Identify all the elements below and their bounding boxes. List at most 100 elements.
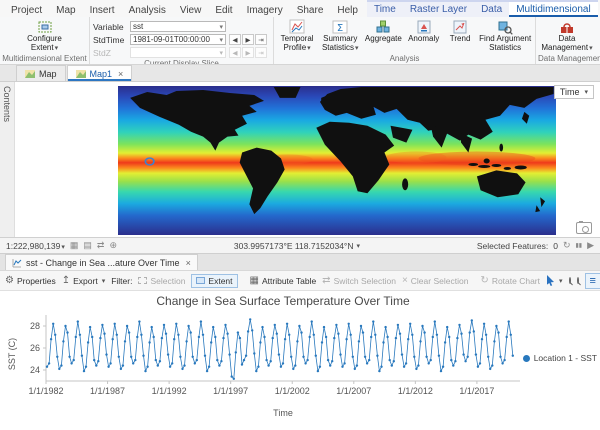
step-back-button: ◀ — [229, 47, 241, 58]
tab-share[interactable]: Share — [290, 3, 331, 17]
chart-legend-toggle[interactable]: ≡ — [585, 273, 600, 289]
filter-label: Filter: — [111, 276, 132, 286]
tab-raster-layer[interactable]: Raster Layer — [403, 2, 474, 17]
stdtime-combo[interactable]: 1981-09-01T00:00:00▾ — [130, 34, 226, 45]
refresh-icon[interactable]: ↻ — [563, 240, 571, 251]
coordinates-readout[interactable]: 303.9957173°E 118.7152034°N▾ — [234, 241, 360, 251]
step-forward-button: ▶ — [242, 47, 254, 58]
tab-project[interactable]: Project — [4, 3, 49, 17]
view-tab-map1[interactable]: Map1 × — [67, 65, 133, 81]
gear-icon: ⚙ — [5, 276, 14, 286]
variable-label: Variable — [93, 22, 127, 32]
configure-extent-icon — [37, 19, 53, 35]
attribute-table-button[interactable]: ▦Attribute Table — [250, 276, 317, 286]
tab-data[interactable]: Data — [474, 2, 509, 17]
legend-label: Location 1 - SST — [534, 353, 597, 363]
tab-help[interactable]: Help — [330, 3, 365, 17]
chevron-down-icon: ▾ — [219, 36, 223, 44]
chevron-down-icon: ▾ — [559, 277, 563, 285]
close-icon[interactable]: × — [118, 69, 123, 79]
variable-combo[interactable]: sst▾ — [130, 21, 226, 32]
table-icon: ▦ — [250, 276, 259, 286]
clear-selection-button[interactable]: ×Clear Selection — [402, 276, 468, 286]
export-icon: ↥ — [62, 276, 70, 286]
svg-text:1/1/2017: 1/1/2017 — [459, 386, 494, 396]
target-tool-icon[interactable]: ⊕ — [109, 240, 117, 251]
group-label: Data Management — [536, 53, 598, 64]
find-argument-statistics-button[interactable]: Find Argument Statistics — [478, 18, 532, 53]
aggregate-button[interactable]: Aggregate — [363, 18, 403, 44]
map-icon — [25, 69, 35, 79]
pointer-mode-button[interactable]: ▾ — [546, 275, 563, 286]
tab-imagery[interactable]: Imagery — [240, 3, 290, 17]
time-slider-button[interactable]: Time ▾ — [554, 85, 594, 99]
summary-statistics-icon: Σ — [332, 19, 348, 35]
svg-text:1/1/1992: 1/1/1992 — [152, 386, 187, 396]
svg-text:Σ: Σ — [337, 23, 343, 34]
temporal-profile-button[interactable]: Temporal Profile▾ — [277, 18, 317, 53]
filter-selection-button[interactable]: Selection — [138, 276, 185, 286]
tab-edit[interactable]: Edit — [208, 3, 239, 17]
tab-time[interactable]: Time — [367, 2, 403, 17]
configure-extent-button[interactable]: Configure Extent▾ — [27, 18, 62, 53]
view-tab-bar: Map Map1 × — [0, 65, 600, 82]
svg-text:26: 26 — [30, 343, 40, 353]
group-analysis: Temporal Profile▾ Σ Summary Statistics▾ … — [274, 17, 536, 64]
chart-plot[interactable]: 2426281/1/19821/1/19871/1/19921/1/19971/… — [0, 311, 600, 407]
group-multidimensional-extent: Configure Extent▾ Multidimensional Exten… — [0, 17, 90, 64]
stdz-label: StdZ — [93, 48, 127, 58]
stdz-combo: ▾ — [130, 47, 226, 58]
svg-text:1/1/1982: 1/1/1982 — [28, 386, 63, 396]
chevron-down-icon: ▾ — [102, 277, 106, 285]
export-button[interactable]: ↥Export▾ — [62, 276, 105, 286]
find-argument-statistics-icon — [497, 19, 513, 35]
group-data-management: Data Management▾ Data Management — [536, 17, 598, 64]
contents-pane-collapsed[interactable]: Contents — [0, 82, 15, 237]
chart-panel-tab-bar: sst - Change in Sea ...ature Over Time × — [0, 254, 600, 271]
data-management-button[interactable]: Data Management▾ — [541, 18, 592, 53]
trend-icon — [452, 19, 468, 35]
tab-insert[interactable]: Insert — [83, 3, 122, 17]
close-icon[interactable]: × — [186, 258, 191, 268]
tab-map[interactable]: Map — [49, 3, 82, 17]
view-tab-map[interactable]: Map — [16, 65, 66, 81]
step-end-button[interactable]: ⇥ — [255, 34, 267, 45]
zoom-full-extent-icon[interactable] — [577, 277, 579, 284]
tab-analysis[interactable]: Analysis — [122, 3, 173, 17]
tab-multidimensional[interactable]: Multidimensional — [509, 2, 597, 17]
trend-button[interactable]: Trend — [444, 18, 477, 44]
swap-tool-icon[interactable]: ⇄ — [97, 240, 105, 251]
switch-selection-button[interactable]: ⇄Switch Selection — [322, 276, 396, 286]
arcgis-pro-window: Project Map Insert Analysis View Edit Im… — [0, 0, 600, 430]
ribbon-tab-bar: Project Map Insert Analysis View Edit Im… — [0, 0, 600, 17]
chart-legend[interactable]: Location 1 - SST — [523, 353, 597, 363]
sst-raster-map[interactable] — [118, 86, 556, 235]
step-back-button[interactable]: ◀ — [229, 34, 241, 45]
scale-selector[interactable]: 1:222,980,139▾ — [6, 241, 65, 251]
chevron-down-icon: ▾ — [589, 45, 593, 52]
temporal-profile-icon — [289, 19, 305, 35]
group-label: Multidimensional Extent — [0, 53, 89, 64]
tab-view[interactable]: View — [173, 3, 209, 17]
ribbon: Configure Extent▾ Multidimensional Exten… — [0, 17, 600, 65]
summary-statistics-button[interactable]: Σ Summary Statistics▾ — [319, 18, 361, 53]
map-view[interactable]: Contents — [0, 82, 600, 238]
legend-marker — [523, 355, 530, 362]
zoom-in-icon[interactable] — [569, 277, 571, 284]
rotate-chart-button[interactable]: ↻Rotate Chart — [480, 276, 540, 286]
camera-icon[interactable] — [576, 222, 592, 234]
pause-drawing-icon[interactable]: ▮▮ — [575, 242, 582, 249]
filter-extent-button[interactable]: Extent — [191, 274, 237, 288]
x-axis-label: Time — [0, 408, 566, 418]
chart-panel-tab[interactable]: sst - Change in Sea ...ature Over Time × — [5, 254, 198, 270]
play-icon[interactable]: ▶ — [587, 240, 594, 251]
chevron-down-icon: ▾ — [584, 88, 588, 96]
properties-button[interactable]: ⚙Properties — [5, 276, 56, 286]
step-forward-button[interactable]: ▶ — [242, 34, 254, 45]
group-label: Analysis — [274, 53, 535, 64]
layers-tool-icon[interactable]: ▤ — [83, 240, 92, 251]
anomaly-button[interactable]: Anomaly — [405, 18, 441, 44]
group-label: Current Display Slice — [90, 58, 273, 65]
svg-text:1/1/2012: 1/1/2012 — [398, 386, 433, 396]
grid-tool-icon[interactable]: ▦ — [70, 240, 79, 251]
